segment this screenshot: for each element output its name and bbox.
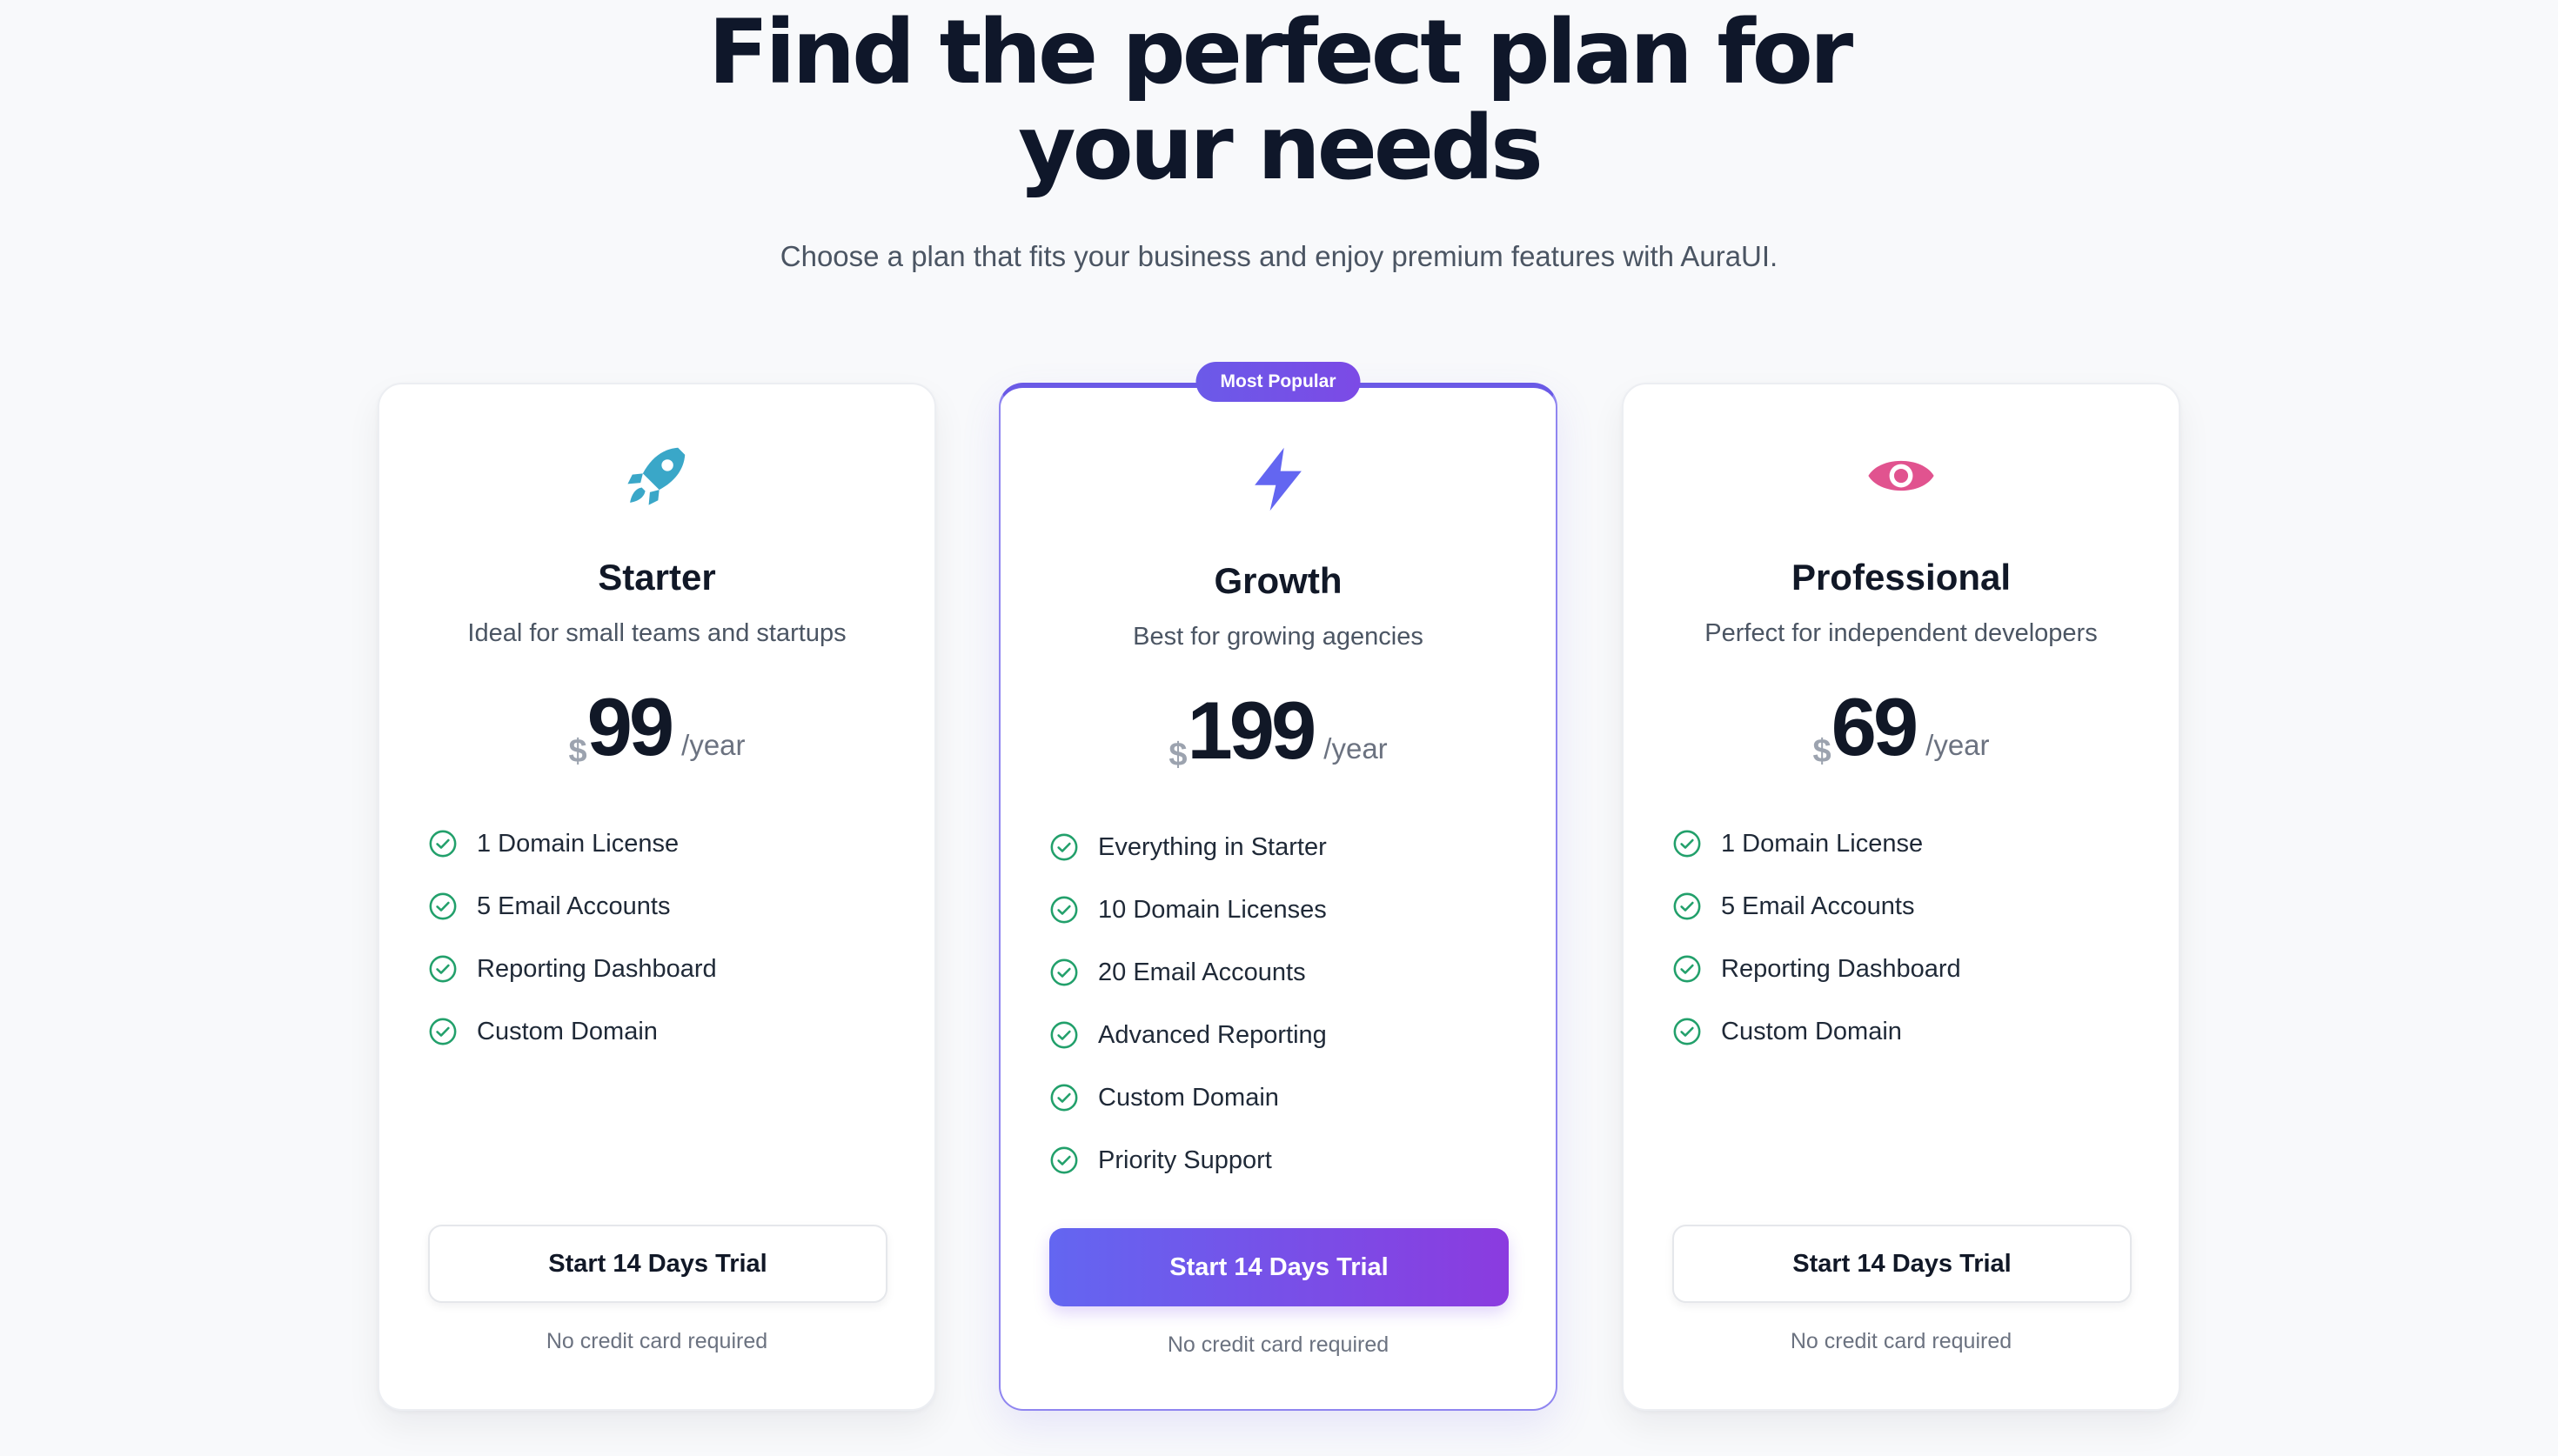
start-trial-button-professional[interactable]: Start 14 Days Trial [1672, 1225, 2132, 1303]
price-amount: 199 [1187, 685, 1316, 776]
feature-item: Custom Domain [428, 1000, 717, 1063]
most-popular-badge: Most Popular [1195, 362, 1361, 402]
price-period: /year [681, 729, 746, 761]
feature-label: Reporting Dashboard [1721, 954, 1961, 983]
check-circle-icon [1050, 896, 1078, 924]
feature-item: Advanced Reporting [1049, 1004, 1327, 1066]
start-trial-button-starter[interactable]: Start 14 Days Trial [428, 1225, 887, 1303]
eye-icon [1868, 460, 1934, 491]
feature-label: Custom Domain [477, 1017, 658, 1045]
plan-price: $99/year [379, 680, 934, 774]
plan-name: Growth [1214, 560, 1343, 601]
check-circle-icon [1673, 955, 1701, 983]
feature-label: 20 Email Accounts [1098, 958, 1306, 986]
feature-label: 5 Email Accounts [1721, 892, 1915, 920]
rocket-icon [627, 447, 686, 505]
feature-label: Custom Domain [1098, 1083, 1279, 1112]
feature-list: Everything in Starter 10 Domain Licenses… [1049, 816, 1327, 1192]
page-subtitle: Choose a plan that fits your business an… [780, 240, 1778, 272]
plan-name: Professional [1791, 557, 2012, 598]
price-period: /year [1323, 732, 1388, 765]
feature-label: 10 Domain Licenses [1098, 895, 1327, 924]
feature-item: Reporting Dashboard [1672, 938, 1961, 1000]
price-period: /year [1925, 729, 1990, 761]
plan-card-starter: Starter Ideal for small teams and startu… [378, 383, 936, 1411]
plan-price: $69/year [1624, 680, 2179, 774]
feature-list: 1 Domain License 5 Email Accounts Report… [1672, 812, 1961, 1063]
check-circle-icon [1050, 1084, 1078, 1112]
plan-card-professional: Professional Perfect for independent dev… [1622, 383, 2180, 1411]
check-circle-icon [429, 892, 457, 920]
start-trial-button-growth[interactable]: Start 14 Days Trial [1049, 1228, 1509, 1306]
feature-label: Priority Support [1098, 1145, 1272, 1174]
check-circle-icon [1673, 1018, 1701, 1045]
check-circle-icon [1050, 833, 1078, 861]
check-circle-icon [429, 1018, 457, 1045]
plan-name: Starter [598, 557, 716, 598]
price-currency: $ [1169, 737, 1188, 773]
no-credit-card-note: No credit card required [546, 1329, 768, 1353]
plan-description: Perfect for independent developers [1704, 619, 2098, 647]
check-circle-icon [429, 830, 457, 858]
check-circle-icon [1050, 1146, 1078, 1174]
price-currency: $ [568, 733, 587, 770]
page-title: Find the perfect plan for your needs [0, 5, 2558, 197]
check-circle-icon [1673, 830, 1701, 858]
feature-item: Priority Support [1049, 1129, 1327, 1192]
check-circle-icon [1050, 1021, 1078, 1049]
page-title-line-2: your needs [1018, 97, 1544, 200]
feature-label: Everything in Starter [1098, 832, 1327, 861]
price-amount: 99 [586, 681, 675, 772]
feature-label: 5 Email Accounts [477, 892, 671, 920]
feature-item: 20 Email Accounts [1049, 941, 1327, 1004]
feature-item: Everything in Starter [1049, 816, 1327, 878]
page-title-line-1: Find the perfect plan for [707, 1, 1853, 104]
feature-item: 5 Email Accounts [1672, 875, 1961, 938]
feature-item: 5 Email Accounts [428, 875, 717, 938]
feature-item: Custom Domain [1049, 1066, 1327, 1129]
feature-list: 1 Domain License 5 Email Accounts Report… [428, 812, 717, 1063]
no-credit-card-note: No credit card required [1167, 1332, 1389, 1357]
feature-item: 10 Domain Licenses [1049, 878, 1327, 941]
plan-description: Ideal for small teams and startups [467, 619, 847, 647]
feature-item: Reporting Dashboard [428, 938, 717, 1000]
plan-card-growth: Most Popular Growth Best for growing age… [999, 362, 1557, 1411]
feature-label: Reporting Dashboard [477, 954, 717, 983]
lightning-icon [1255, 447, 1302, 511]
feature-label: Custom Domain [1721, 1017, 1902, 1045]
pricing-page: Find the perfect plan for your needs Cho… [0, 0, 2558, 1456]
no-credit-card-note: No credit card required [1790, 1329, 2012, 1353]
feature-item: 1 Domain License [428, 812, 717, 875]
price-amount: 69 [1831, 681, 1919, 772]
plan-price: $199/year [1001, 684, 1556, 778]
price-currency: $ [1812, 733, 1831, 770]
check-circle-icon [1050, 958, 1078, 986]
feature-label: 1 Domain License [477, 829, 680, 858]
check-circle-icon [429, 955, 457, 983]
feature-item: 1 Domain License [1672, 812, 1961, 875]
feature-label: 1 Domain License [1721, 829, 1924, 858]
plan-description: Best for growing agencies [1133, 623, 1423, 651]
feature-item: Custom Domain [1672, 1000, 1961, 1063]
feature-label: Advanced Reporting [1098, 1020, 1327, 1049]
check-circle-icon [1673, 892, 1701, 920]
